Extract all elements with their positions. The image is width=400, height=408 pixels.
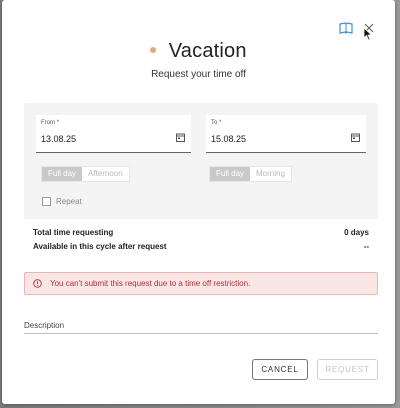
- book-icon[interactable]: [339, 22, 353, 34]
- from-afternoon-option[interactable]: Afternoon: [82, 167, 129, 181]
- from-date-field[interactable]: From * 13.08.25: [36, 115, 191, 153]
- from-date-label: From *: [41, 120, 59, 126]
- calendar-icon[interactable]: [351, 133, 360, 142]
- to-date-field[interactable]: To * 15.08.25: [206, 115, 366, 153]
- request-button[interactable]: REQUEST: [317, 359, 378, 380]
- to-morning-option[interactable]: Morning: [250, 167, 291, 181]
- total-time-row: Total time requesting 0 days: [33, 228, 369, 237]
- from-full-day-option[interactable]: Full day: [42, 167, 83, 181]
- available-row: Available in this cycle after request --: [33, 242, 369, 251]
- dialog-title: Vacation: [168, 40, 247, 62]
- alert-text: You can't submit this request due to a t…: [50, 279, 251, 288]
- to-day-part-toggle: Full day Morning: [209, 166, 292, 182]
- to-date-label: To *: [211, 120, 222, 126]
- available-value: --: [363, 242, 369, 251]
- to-full-day-option[interactable]: Full day: [210, 167, 251, 181]
- restriction-alert: You can't submit this request due to a t…: [24, 272, 378, 295]
- mouse-cursor-icon: [363, 27, 373, 41]
- time-off-dialog: Vacation Request your time off From * 13…: [2, 0, 395, 404]
- from-date-value: 13.08.25: [41, 134, 77, 144]
- category-dot: [150, 46, 157, 53]
- calendar-icon[interactable]: [176, 133, 185, 142]
- description-input[interactable]: [24, 333, 378, 334]
- dialog-header: Vacation: [2, 40, 395, 63]
- cancel-button[interactable]: CANCEL: [252, 359, 308, 380]
- description-label: Description: [24, 321, 65, 330]
- to-date-value: 15.08.25: [211, 134, 247, 144]
- repeat-label: Repeat: [56, 197, 82, 206]
- dialog-subtitle: Request your time off: [151, 69, 246, 80]
- total-time-value: 0 days: [344, 228, 369, 237]
- total-time-label: Total time requesting: [33, 228, 114, 237]
- warning-circle-icon: [33, 279, 42, 288]
- from-day-part-toggle: Full day Afternoon: [41, 166, 130, 182]
- available-label: Available in this cycle after request: [33, 242, 167, 251]
- dates-panel: From * 13.08.25 To * 15.08.25 Full day A…: [24, 103, 378, 219]
- repeat-checkbox[interactable]: [42, 197, 51, 206]
- repeat-option[interactable]: Repeat: [42, 197, 82, 206]
